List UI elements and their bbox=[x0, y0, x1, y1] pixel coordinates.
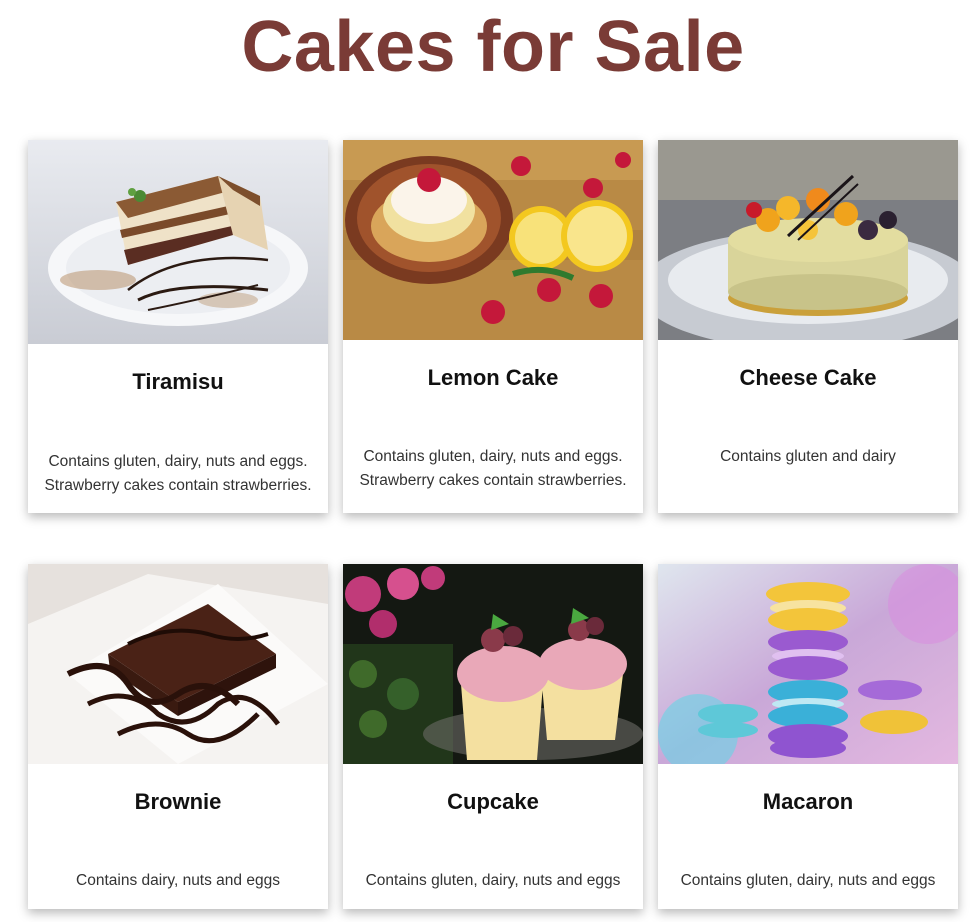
brownie-image bbox=[28, 564, 328, 764]
cake-card-brownie: Brownie Contains dairy, nuts and eggs bbox=[28, 564, 328, 909]
cake-card-cupcake: Cupcake Contains gluten, dairy, nuts and… bbox=[343, 564, 643, 909]
cake-description: Contains gluten and dairy bbox=[720, 448, 896, 465]
cake-name: Cupcake bbox=[447, 789, 539, 814]
cake-description: Contains gluten, dairy, nuts and eggs. S… bbox=[44, 453, 312, 494]
cupcake-image bbox=[343, 564, 643, 764]
cake-card-lemon-cake: Lemon Cake Contains gluten, dairy, nuts … bbox=[343, 140, 643, 513]
tiramisu-image bbox=[28, 140, 328, 344]
lemon-cake-image bbox=[343, 140, 643, 340]
cake-description: Contains dairy, nuts and eggs bbox=[76, 872, 280, 889]
macaron-image bbox=[658, 564, 958, 764]
cake-name: Brownie bbox=[134, 789, 222, 814]
cake-description: Contains gluten, dairy, nuts and eggs bbox=[365, 872, 621, 889]
cake-card-tiramisu: Tiramisu Contains gluten, dairy, nuts an… bbox=[28, 140, 328, 513]
cake-description: Contains gluten, dairy, nuts and eggs. S… bbox=[359, 448, 627, 489]
cake-card-cheese-cake: Cheese Cake Contains gluten and dairy bbox=[658, 140, 958, 513]
cake-name: Lemon Cake bbox=[427, 365, 559, 390]
cheese-cake-image bbox=[658, 140, 958, 340]
cake-card-macaron: Macaron Contains gluten, dairy, nuts and… bbox=[658, 564, 958, 909]
cake-name: Cheese Cake bbox=[739, 365, 877, 390]
cake-name: Tiramisu bbox=[132, 369, 224, 394]
cake-description: Contains gluten, dairy, nuts and eggs bbox=[680, 872, 936, 889]
cake-name: Macaron bbox=[762, 789, 854, 814]
page-title: Cakes for Sale bbox=[241, 7, 745, 87]
